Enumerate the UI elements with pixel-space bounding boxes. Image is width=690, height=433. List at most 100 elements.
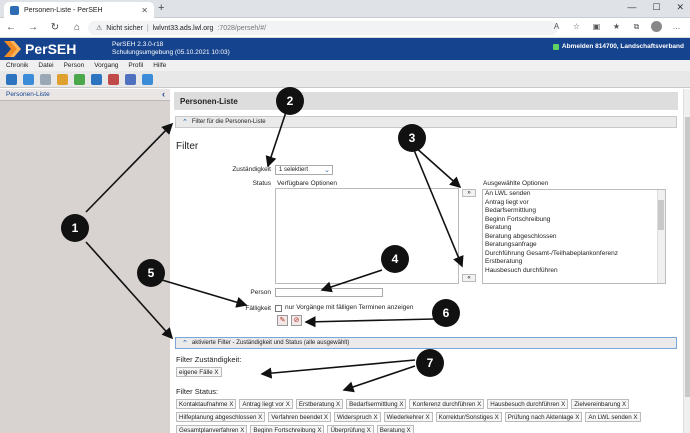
filter-chip[interactable]: Hausbesuch durchführen X <box>487 399 569 409</box>
filter-chip[interactable]: Wiederkehrer X <box>383 412 433 422</box>
favicon-icon <box>10 5 19 15</box>
faelligkeit-text: nur Vorgänge mit fälligen Terminen anzei… <box>285 304 414 311</box>
profile-avatar[interactable] <box>651 21 662 32</box>
read-aloud-icon[interactable]: A <box>551 21 562 32</box>
app-name: PerSEH <box>25 41 77 57</box>
favorites-bar-icon[interactable]: ★ <box>611 21 622 32</box>
selected-option-item[interactable]: Beratungsanfrage <box>483 241 665 250</box>
filter-chip[interactable]: Gesamtplanverfahren X <box>176 425 248 433</box>
selected-option-item[interactable]: Durchführung Gesamt-/Teilhabeplankonfere… <box>483 250 665 259</box>
maximize-icon[interactable]: ☐ <box>652 2 660 13</box>
list-scrollbar[interactable] <box>657 190 665 283</box>
tab-title: Personen-Liste - PerSEH <box>24 6 103 14</box>
toolbar-button-icon[interactable] <box>125 73 136 85</box>
filter-chip[interactable]: Kontaktaufnahme X <box>176 399 237 409</box>
toolbar-button-icon[interactable] <box>57 73 68 85</box>
filter-chip[interactable]: Beratung X <box>376 425 414 433</box>
filter-chip[interactable]: Erstberatung X <box>295 399 344 409</box>
page-scrollbar[interactable] <box>683 89 690 433</box>
selected-option-item[interactable]: Hausbesuch durchführen <box>483 267 665 276</box>
app-header: PerSEH PerSEH 2.3.0-r18 Schulungsumgebun… <box>0 38 690 60</box>
minimize-icon[interactable]: — <box>627 2 636 13</box>
new-tab-button[interactable]: + <box>158 2 164 14</box>
zustaendigkeit-label: Zuständigkeit <box>232 166 271 173</box>
menu-vorgang[interactable]: Vorgang <box>94 62 118 69</box>
url-field[interactable]: ⚠ Nicht sicher | lwlvnt33.ads.lwl.org:70… <box>88 21 558 35</box>
close-window-icon[interactable]: ✕ <box>676 2 684 13</box>
filter-panel-header[interactable]: ⌃ Filter für die Personen-Liste <box>175 116 677 128</box>
menu-bar: Chronik Datei Person Vorgang Profil Hilf… <box>0 60 690 71</box>
selected-option-item[interactable]: An LWL senden <box>483 190 665 199</box>
logo-chevron-icon <box>4 41 21 57</box>
menu-hilfe[interactable]: Hilfe <box>153 62 166 69</box>
filter-chip[interactable]: Hilfeplanung abgeschlossen X <box>176 412 266 422</box>
filter-chip[interactable]: Verfahren beendet X <box>268 412 332 422</box>
annotation-badge-5: 5 <box>137 259 165 287</box>
menu-person[interactable]: Person <box>64 62 85 69</box>
filter-chip[interactable]: Konferenz durchführen X <box>409 399 485 409</box>
collections-icon[interactable]: ▣ <box>591 21 602 32</box>
forward-icon[interactable]: → <box>28 22 38 33</box>
zustaendigkeit-value: 1 selektiert <box>279 167 309 173</box>
toolbar <box>0 71 690 88</box>
active-filter-panel-header[interactable]: ⌃ aktivierte Filter - Zuständigkeit und … <box>175 337 677 349</box>
filter-chip[interactable]: Widerspruch X <box>334 412 381 422</box>
filter-chip[interactable]: eigene Fälle X <box>176 367 222 377</box>
faelligkeit-checkbox[interactable] <box>275 305 282 312</box>
toolbar-button-icon[interactable] <box>23 73 34 85</box>
filter-chip[interactable]: Prüfung nach Aktenlage X <box>504 412 583 422</box>
person-input[interactable] <box>275 288 383 297</box>
filter-chip[interactable]: Bedarfsermittlung X <box>346 399 407 409</box>
toolbar-button-icon[interactable] <box>142 73 153 85</box>
edit-filter-button[interactable]: ✎ <box>277 315 288 326</box>
toolbar-button-icon[interactable] <box>74 73 85 85</box>
back-icon[interactable]: ← <box>6 22 16 33</box>
extensions-icon[interactable]: ⧉ <box>631 21 642 32</box>
reset-filter-button[interactable]: ⊘ <box>291 315 302 326</box>
more-menu-icon[interactable]: … <box>671 21 682 32</box>
filter-chip[interactable]: Zielvereinbarung X <box>571 399 630 409</box>
menu-profil[interactable]: Profil <box>128 62 143 69</box>
home-icon[interactable]: ⌂ <box>72 22 82 33</box>
annotation-badge-7: 7 <box>416 349 444 377</box>
logout-link[interactable]: Abmelden 814700, Landschaftsverband <box>552 43 684 50</box>
collapse-sidebar-icon[interactable]: ‹ <box>162 89 165 99</box>
available-options-list[interactable] <box>275 188 459 284</box>
browser-tab[interactable]: Personen-Liste - PerSEH ✕ <box>4 2 154 18</box>
selected-option-item[interactable]: Bedarfsermittlung <box>483 207 665 216</box>
reload-icon[interactable]: ↻ <box>50 22 60 33</box>
toolbar-button-icon[interactable] <box>40 73 51 85</box>
selected-options-list[interactable]: An LWL senden Antrag liegt vor Bedarfsermi… <box>482 189 666 284</box>
filter-heading: Filter <box>176 141 199 152</box>
close-tab-icon[interactable]: ✕ <box>141 6 148 15</box>
toolbar-button-icon[interactable] <box>6 73 17 85</box>
url-host: lwlvnt33.ads.lwl.org <box>152 24 214 32</box>
selected-option-item[interactable]: Antrag liegt vor <box>483 199 665 208</box>
filter-chip[interactable]: An LWL senden X <box>585 412 641 422</box>
selected-option-item[interactable]: Erstberatung <box>483 258 665 267</box>
toolbar-button-icon[interactable] <box>91 73 102 85</box>
zustaendigkeit-select[interactable]: 1 selektiert ⌄ <box>275 165 333 175</box>
page-scroll-thumb[interactable] <box>685 117 690 397</box>
page-title: Personen-Liste <box>174 92 678 110</box>
menu-datei[interactable]: Datei <box>38 62 53 69</box>
annotation-badge-1: 1 <box>61 214 89 242</box>
url-path: :7028/perseh/#/ <box>217 24 267 32</box>
toolbar-button-icon[interactable] <box>108 73 119 85</box>
filter-chip[interactable]: Korrektur/Sonstiges X <box>435 412 502 422</box>
url-separator: | <box>146 24 149 32</box>
selected-option-item[interactable]: Beratung abgeschlossen <box>483 233 665 242</box>
address-bar: ← → ↻ ⌂ ⚠ Nicht sicher | lwlvnt33.ads.lw… <box>0 18 690 38</box>
browser-tools: A ☆ ▣ ★ ⧉ … <box>551 21 682 32</box>
selected-option-item[interactable]: Beginn Fortschreibung <box>483 216 665 225</box>
move-left-button[interactable]: « <box>462 274 476 282</box>
menu-chronik[interactable]: Chronik <box>6 62 28 69</box>
filter-chip[interactable]: Antrag liegt vor X <box>239 399 293 409</box>
sidebar-title: Personen-Liste <box>6 91 50 98</box>
selected-option-item[interactable]: Beratung <box>483 224 665 233</box>
filter-chip[interactable]: Überprüfung X <box>327 425 374 433</box>
scroll-thumb[interactable] <box>658 200 664 230</box>
favorite-star-icon[interactable]: ☆ <box>571 21 582 32</box>
move-right-button[interactable]: » <box>462 189 476 197</box>
filter-chip[interactable]: Beginn Fortschreibung X <box>250 425 325 433</box>
